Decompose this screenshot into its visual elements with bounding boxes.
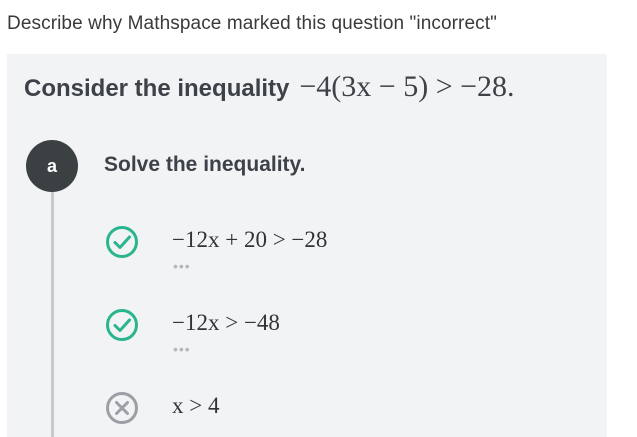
question-header: Consider the inequality −4(3x − 5) > −28…	[24, 70, 515, 104]
part-timeline-line	[51, 190, 54, 437]
question-panel: Consider the inequality −4(3x − 5) > −28…	[7, 54, 607, 437]
question-prompt: Consider the inequality	[24, 75, 290, 102]
check-circle-icon	[106, 226, 138, 258]
part-a-badge[interactable]: a	[26, 140, 78, 192]
more-dots-icon[interactable]: •••	[173, 259, 191, 273]
step-math[interactable]: −12x + 20 > −28	[172, 227, 327, 253]
step-math[interactable]: −12x > −48	[172, 310, 280, 336]
x-circle-icon	[106, 392, 138, 424]
part-a-prompt: Solve the inequality.	[104, 153, 306, 176]
page-caption: Describe why Mathspace marked this quest…	[7, 13, 497, 34]
question-inequality: −4(3x − 5) > −28.	[299, 70, 515, 103]
check-circle-icon	[106, 309, 138, 341]
step-math[interactable]: x > 4	[172, 393, 219, 419]
more-dots-icon[interactable]: •••	[173, 342, 191, 356]
